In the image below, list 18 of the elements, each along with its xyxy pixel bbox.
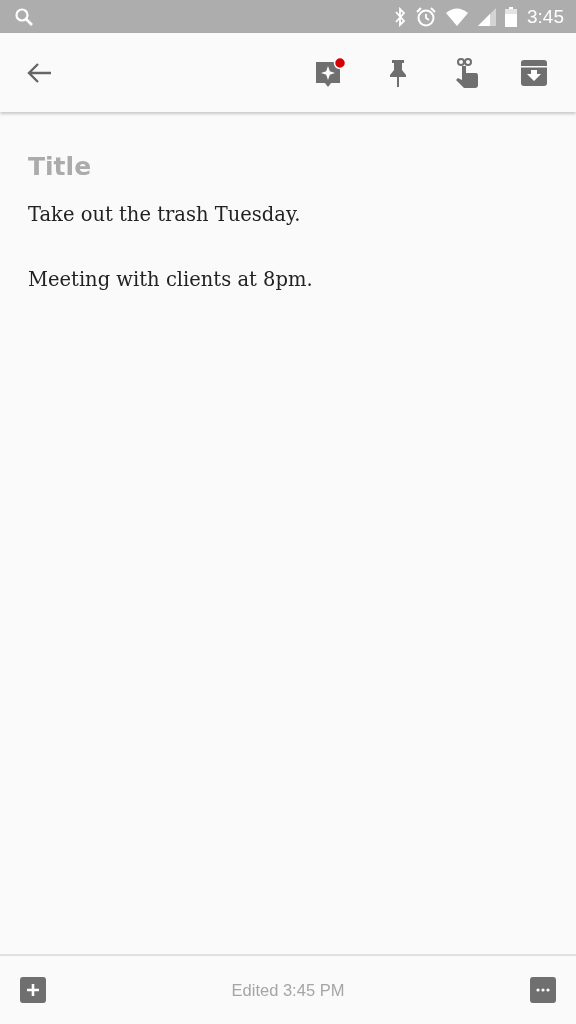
status-time: 3:45: [527, 5, 564, 28]
edited-time: Edited 3:45 PM: [231, 980, 345, 1000]
note-text: Meeting with clients at 8pm.: [28, 267, 313, 293]
search-icon: [14, 6, 34, 27]
more-button[interactable]: [530, 977, 556, 1003]
title-field[interactable]: Title: [28, 148, 328, 184]
note-text: Take out the trash Tuesday.: [28, 202, 301, 228]
alarm-icon: [415, 5, 437, 28]
plus-icon: [26, 983, 40, 997]
bluetooth-icon: [393, 6, 407, 27]
add-button[interactable]: [20, 977, 46, 1003]
signal-icon: [477, 6, 497, 27]
battery-icon: [505, 6, 517, 27]
wifi-icon: [445, 6, 469, 27]
back-arrow-icon: [27, 61, 53, 84]
more-dots-icon: [536, 988, 550, 992]
note-body[interactable]: Take out the trash Tuesday. Meeting with clients at 8pm.: [28, 198, 548, 328]
archive-icon: [520, 58, 548, 87]
